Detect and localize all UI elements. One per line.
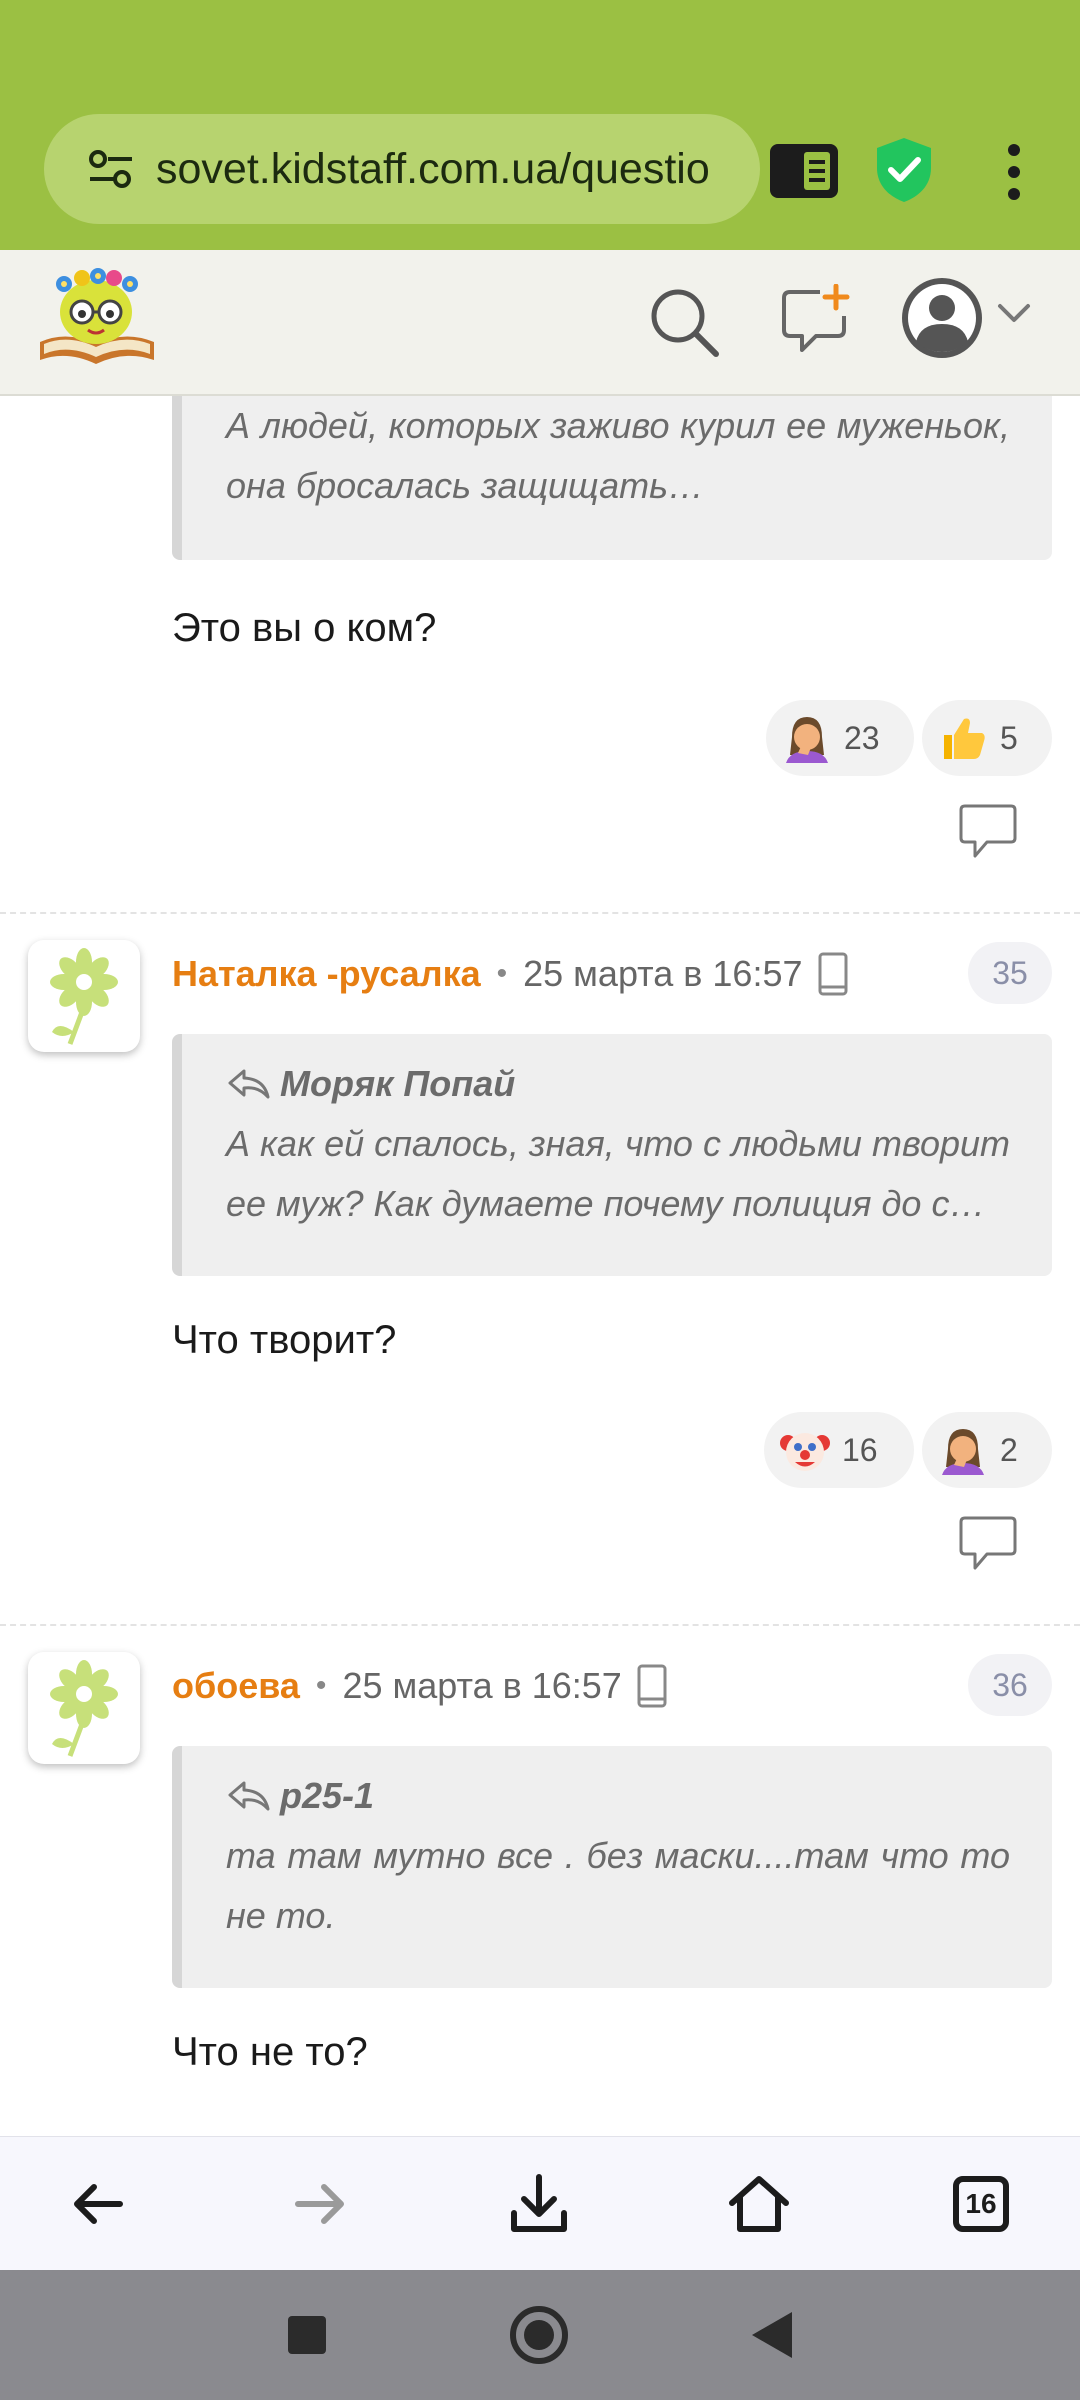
download-icon[interactable] xyxy=(502,2167,576,2241)
flower-avatar-icon xyxy=(50,948,118,1045)
post-divider xyxy=(0,912,1080,914)
quote-block: А людей, которых заживо курил ее муженьо… xyxy=(172,396,1052,560)
reply-icon[interactable] xyxy=(957,804,1019,860)
post-date: 25 марта в 16:57 xyxy=(523,953,803,994)
reaction-button[interactable]: 16 xyxy=(764,1412,914,1488)
reply-icon[interactable] xyxy=(957,1516,1019,1572)
flower-avatar-icon xyxy=(50,1660,118,1757)
system-nav-bar xyxy=(0,2270,1080,2400)
avatar[interactable] xyxy=(28,940,140,1052)
comments-list: А людей, которых заживо курил ее муженьо… xyxy=(0,396,1080,2136)
reaction-button[interactable]: 5 xyxy=(922,700,1052,776)
post-number[interactable]: 36 xyxy=(968,1654,1052,1716)
quote-author-name[interactable]: Моряк Попай xyxy=(280,1054,515,1114)
tabs-count: 16 xyxy=(953,2176,1009,2232)
phone-icon xyxy=(637,1664,667,1708)
more-vert-icon[interactable] xyxy=(1000,142,1028,202)
reply-arrow-icon xyxy=(228,1069,270,1099)
back-arrow-icon[interactable] xyxy=(62,2167,136,2241)
home-circle-icon[interactable] xyxy=(504,2300,574,2370)
quote-text: А как ей спалось, зная, что с людьми тво… xyxy=(226,1123,1010,1224)
meta-separator: • xyxy=(496,957,508,990)
post-meta: Наталка -русалка • 25 марта в 16:57 xyxy=(172,944,849,1004)
reaction-count: 23 xyxy=(844,719,880,756)
phone-icon xyxy=(818,952,847,996)
facepalm-emoji-icon xyxy=(786,717,828,763)
reaction-count: 16 xyxy=(842,1431,878,1468)
comment-body: Это вы о ком? xyxy=(172,606,437,650)
avatar[interactable] xyxy=(28,1652,140,1764)
facepalm-emoji-icon xyxy=(942,1429,984,1475)
clown-emoji-icon xyxy=(780,1433,830,1471)
reaction-button[interactable]: 23 xyxy=(766,700,914,776)
reaction-count: 5 xyxy=(1000,719,1018,756)
shield-check-icon[interactable] xyxy=(873,136,935,204)
meta-separator: • xyxy=(315,1669,327,1702)
browser-bottom-toolbar: 16 xyxy=(0,2136,1080,2270)
recents-icon[interactable] xyxy=(272,2300,342,2370)
forward-arrow-icon[interactable] xyxy=(282,2167,356,2241)
post-meta: обоева • 25 марта в 16:57 xyxy=(172,1656,668,1716)
reaction-count: 2 xyxy=(1000,1431,1018,1468)
home-icon[interactable] xyxy=(722,2167,796,2241)
avatar-icon[interactable] xyxy=(900,276,984,360)
post-divider xyxy=(0,1624,1080,1626)
url-text[interactable]: sovet.kidstaff.com.ua/questio xyxy=(156,145,736,194)
site-header xyxy=(0,250,1080,396)
site-logo[interactable] xyxy=(34,264,160,370)
reply-arrow-icon xyxy=(228,1781,270,1811)
post-date: 25 марта в 16:57 xyxy=(342,1665,622,1706)
browser-toolbar: sovet.kidstaff.com.ua/questio xyxy=(0,100,1080,250)
tune-icon[interactable] xyxy=(88,149,134,189)
author-name[interactable]: обоева xyxy=(172,1665,300,1707)
reaction-button[interactable]: 2 xyxy=(922,1412,1052,1488)
back-triangle-icon[interactable] xyxy=(738,2300,808,2370)
tabs-button[interactable]: 16 xyxy=(944,2167,1018,2241)
quote-block: Моряк Попай А как ей спалось, зная, что … xyxy=(172,1034,1052,1276)
comment-body: Что не то? xyxy=(172,2030,368,2074)
author-name[interactable]: Наталка -русалка xyxy=(172,953,481,995)
status-bar xyxy=(0,0,1080,100)
quote-author-name[interactable]: р25-1 xyxy=(280,1766,374,1826)
quote-text: та там мутно все . без маски....там что … xyxy=(226,1835,1010,1936)
quote-block: р25-1 та там мутно все . без маски....та… xyxy=(172,1746,1052,1988)
search-icon[interactable] xyxy=(648,286,720,358)
quote-author: Моряк Попай xyxy=(226,1054,1010,1114)
chevron-down-icon[interactable] xyxy=(996,302,1032,326)
thumbs-up-emoji-icon xyxy=(944,718,985,759)
comment-body: Что творит? xyxy=(172,1318,397,1362)
post-number[interactable]: 35 xyxy=(968,942,1052,1004)
quote-text: А людей, которых заживо курил ее муженьо… xyxy=(226,405,1010,506)
reader-mode-icon[interactable] xyxy=(768,142,840,200)
add-comment-icon[interactable] xyxy=(780,284,850,354)
address-bar[interactable]: sovet.kidstaff.com.ua/questio xyxy=(44,114,760,224)
quote-author: р25-1 xyxy=(226,1766,1010,1826)
